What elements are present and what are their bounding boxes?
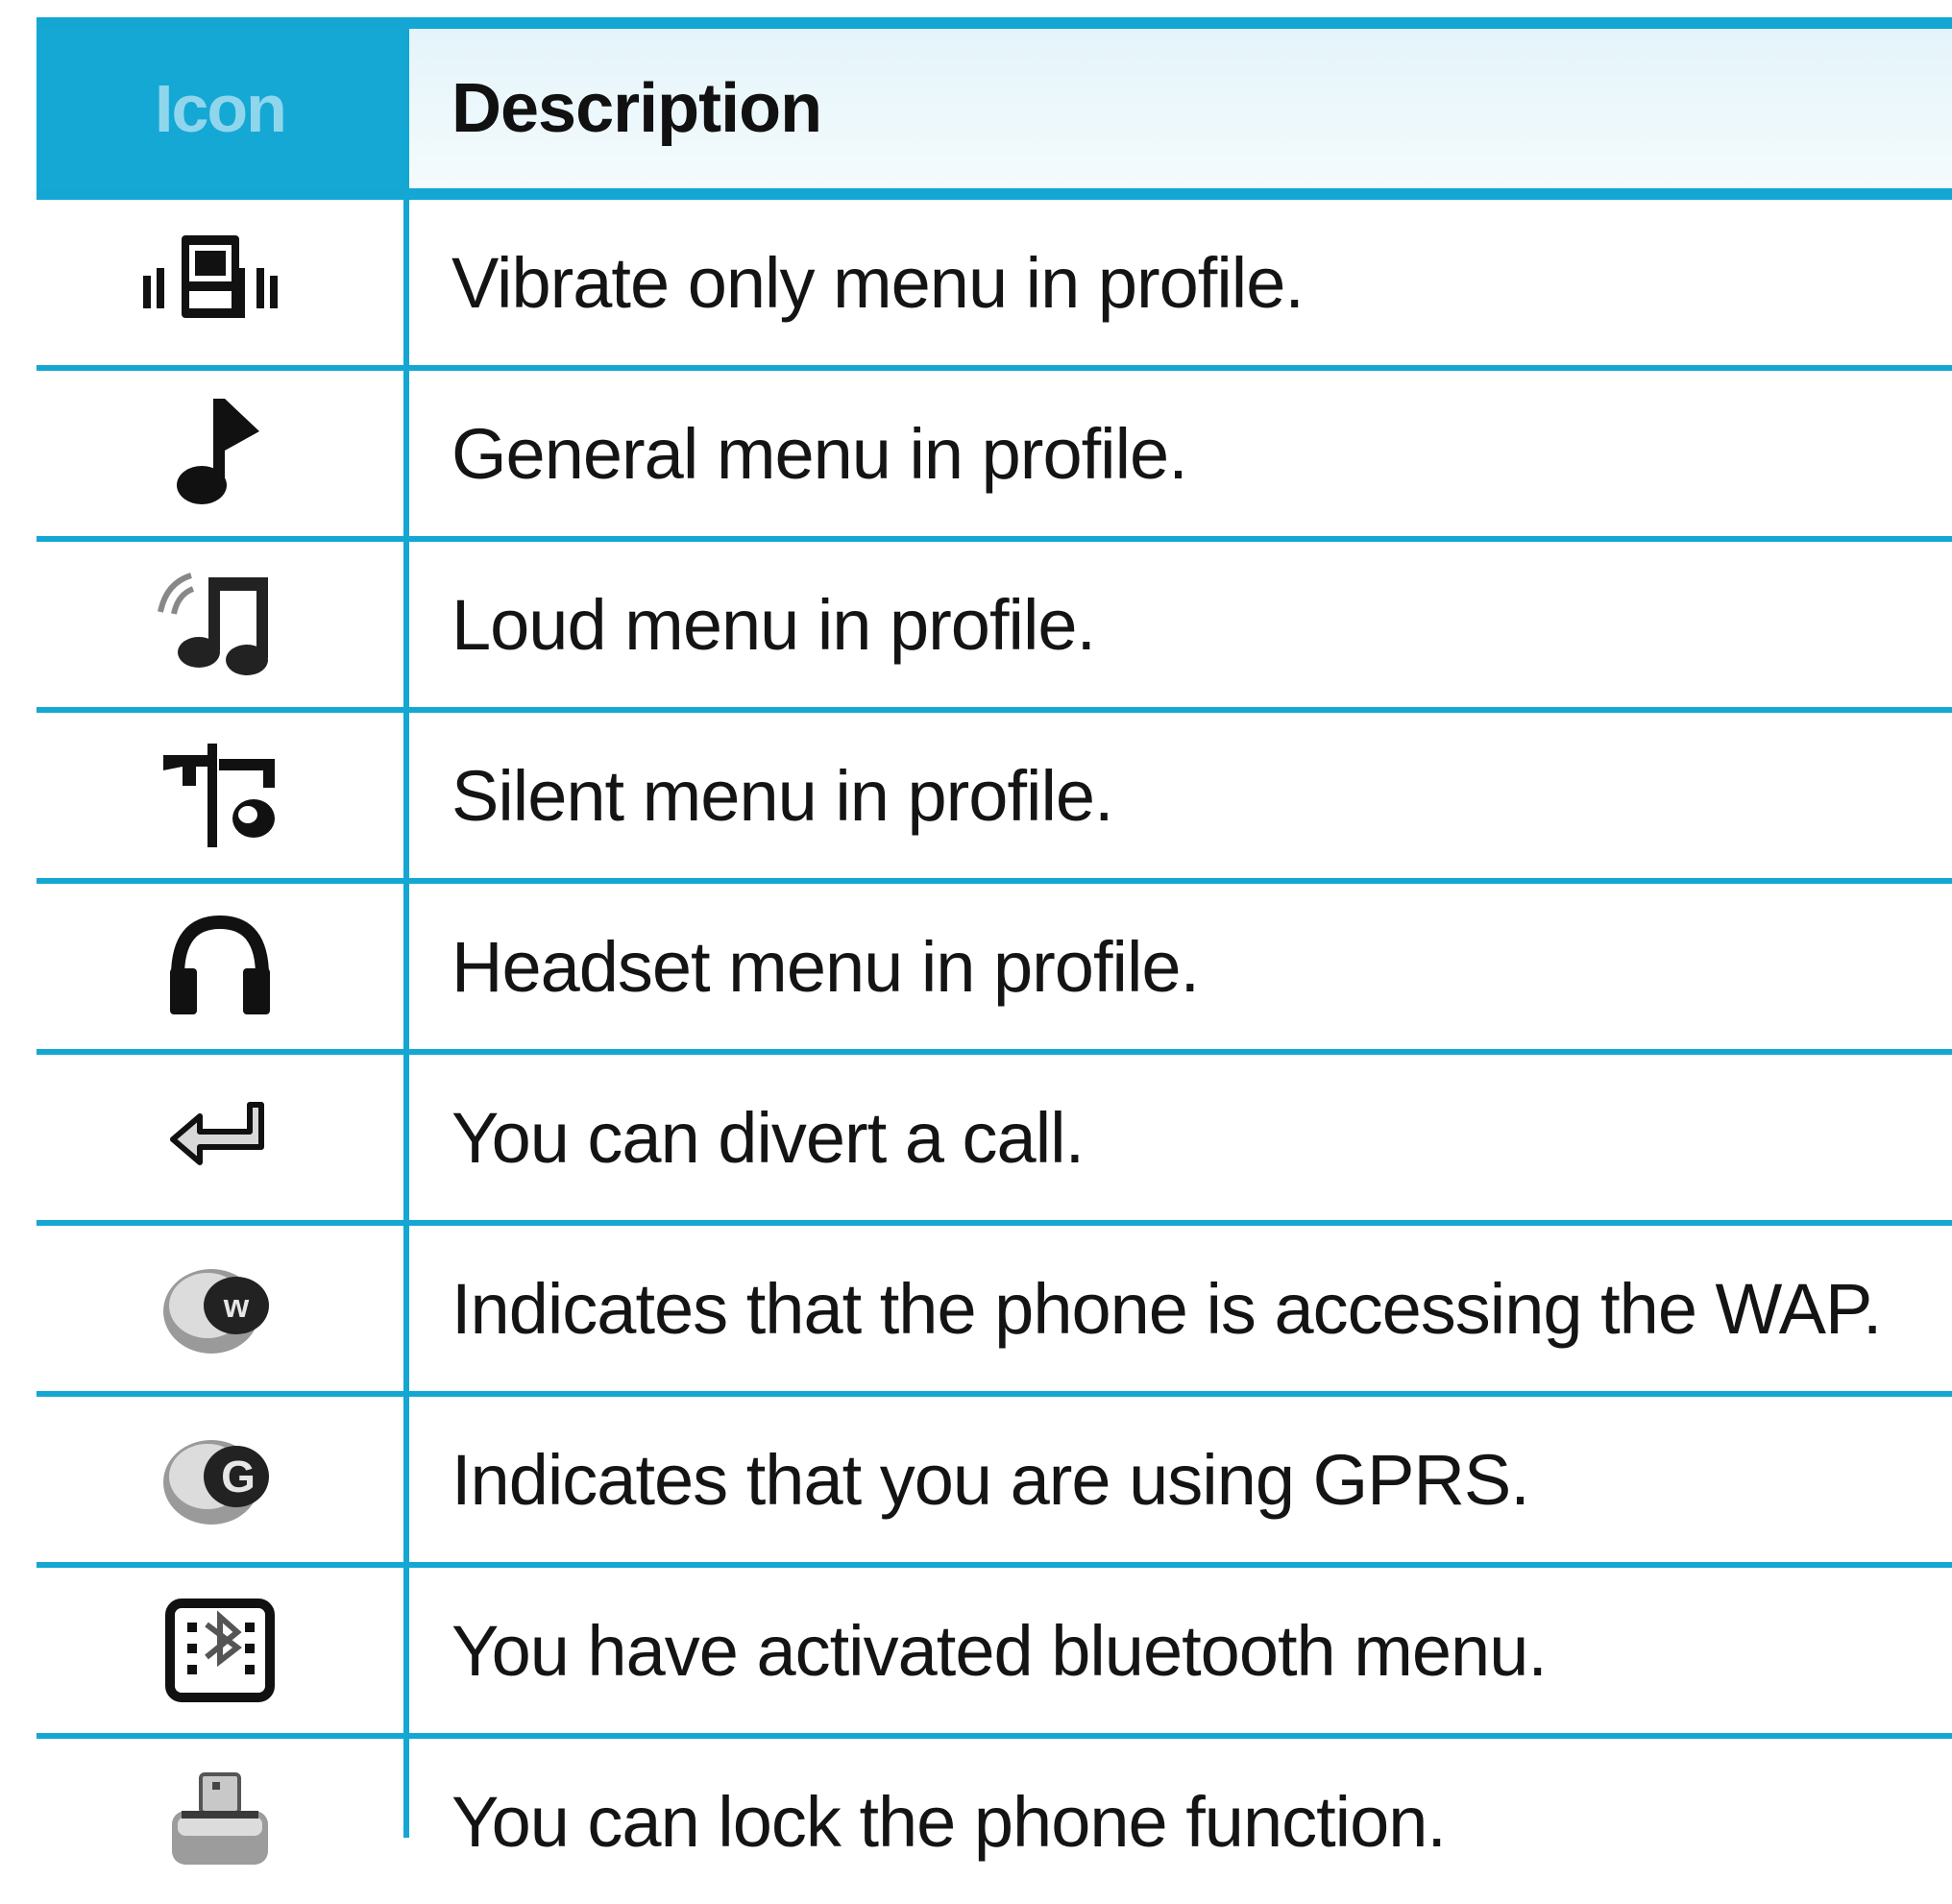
music-note-icon	[177, 399, 259, 504]
table-header-row: Icon Description	[37, 29, 1952, 188]
description-cell: Silent menu in profile.	[409, 713, 1952, 878]
loud-note-icon	[158, 573, 268, 675]
wap-icon: w	[163, 1269, 269, 1354]
row-description: Silent menu in profile.	[451, 755, 1114, 836]
table-row: Headset menu in profile.	[37, 884, 1952, 1049]
description-cell: Indicates that you are using GPRS.	[409, 1397, 1952, 1562]
icon-cell	[37, 1568, 403, 1733]
icon-cell	[37, 1739, 403, 1904]
header-description-cell: Description	[409, 29, 1952, 188]
description-cell: You can divert a call.	[409, 1055, 1952, 1220]
icon-description-table: Icon Description Vibrate only menu in pr…	[37, 17, 1952, 1865]
row-description: Headset menu in profile.	[451, 926, 1200, 1007]
silent-icon	[163, 744, 275, 847]
table-row: Silent menu in profile.	[37, 713, 1952, 878]
lock-icon	[172, 1772, 268, 1865]
row-description: You have activated bluetooth menu.	[451, 1610, 1548, 1691]
svg-text:w: w	[223, 1288, 250, 1325]
icon-cell	[37, 371, 403, 536]
row-description: You can divert a call.	[451, 1097, 1085, 1178]
description-cell: You can lock the phone function.	[409, 1739, 1952, 1904]
table-body: Vibrate only menu in profile. General me…	[37, 200, 1952, 1904]
headset-icon	[170, 915, 270, 1014]
row-description: You can lock the phone function.	[451, 1781, 1447, 1862]
table-row: w Indicates that the phone is accessing …	[37, 1226, 1952, 1391]
description-cell: Headset menu in profile.	[409, 884, 1952, 1049]
description-cell: Loud menu in profile.	[409, 542, 1952, 707]
icon-cell: G	[37, 1397, 403, 1562]
table-row: Vibrate only menu in profile.	[37, 200, 1952, 365]
table-row: You can lock the phone function.	[37, 1739, 1952, 1904]
svg-text:G: G	[221, 1452, 256, 1501]
row-description: Loud menu in profile.	[451, 584, 1096, 665]
header-bottom-rule	[37, 188, 1952, 200]
vibrate-icon	[143, 235, 278, 318]
gprs-icon: G	[163, 1440, 269, 1525]
header-icon-cell: Icon	[37, 29, 403, 188]
icon-cell: w	[37, 1226, 403, 1391]
description-cell: Indicates that the phone is accessing th…	[409, 1226, 1952, 1391]
description-cell: You have activated bluetooth menu.	[409, 1568, 1952, 1733]
table-row: You can divert a call.	[37, 1055, 1952, 1220]
icon-cell	[37, 884, 403, 1049]
table-row: G Indicates that you are using GPRS.	[37, 1397, 1952, 1562]
table-row: General menu in profile.	[37, 371, 1952, 536]
header-description-label: Description	[451, 70, 822, 147]
row-description: Indicates that the phone is accessing th…	[451, 1268, 1882, 1349]
icon-cell	[37, 713, 403, 878]
row-description: General menu in profile.	[451, 413, 1188, 494]
description-cell: Vibrate only menu in profile.	[409, 200, 1952, 365]
row-description: Indicates that you are using GPRS.	[451, 1439, 1530, 1520]
icon-cell	[37, 200, 403, 365]
description-cell: General menu in profile.	[409, 371, 1952, 536]
bluetooth-icon	[165, 1599, 275, 1702]
row-description: Vibrate only menu in profile.	[451, 242, 1305, 323]
divert-call-icon	[170, 1102, 264, 1165]
table-row: You have activated bluetooth menu.	[37, 1568, 1952, 1733]
icon-cell	[37, 1055, 403, 1220]
table-top-rule	[37, 17, 1952, 29]
header-icon-label: Icon	[155, 71, 287, 146]
icon-cell	[37, 542, 403, 707]
table-row: Loud menu in profile.	[37, 542, 1952, 707]
